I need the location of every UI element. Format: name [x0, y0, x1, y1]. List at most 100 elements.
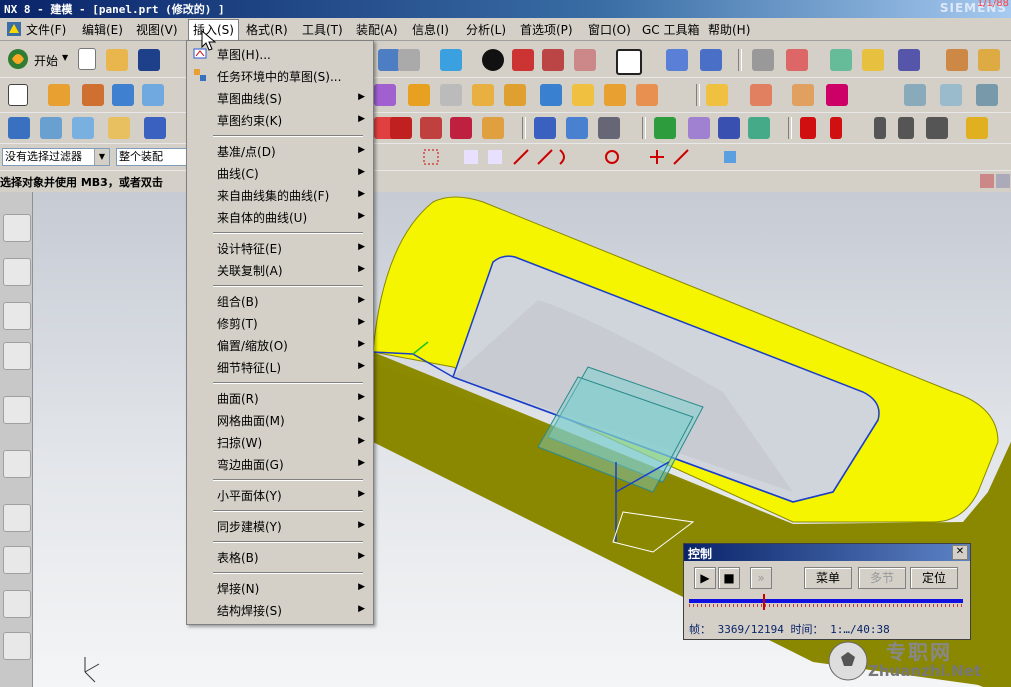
menu-item-sweep[interactable]: 扫掠(W) ▶	[187, 431, 373, 453]
sketch-plane-icon[interactable]	[8, 84, 28, 106]
stack-icon[interactable]	[72, 117, 94, 139]
menu-format[interactable]: 格式(R)	[246, 21, 288, 38]
prev-frame-icon[interactable]	[830, 117, 842, 139]
intersect-icon[interactable]	[792, 84, 814, 106]
unite-icon[interactable]	[706, 84, 728, 106]
close-icon[interactable]: ✕	[952, 545, 968, 560]
wcs-icon[interactable]	[786, 49, 808, 71]
menu-item-weld[interactable]: 焊接(N) ▶	[187, 577, 373, 599]
restore-icon[interactable]	[980, 174, 994, 188]
start-icon[interactable]	[6, 47, 30, 71]
trim-icon[interactable]	[826, 84, 848, 106]
tag-icon[interactable]	[108, 117, 130, 139]
menu-item-flange-surface[interactable]: 弯边曲面(G) ▶	[187, 453, 373, 475]
first-frame-icon[interactable]	[800, 117, 816, 139]
play-button[interactable]: ▶	[694, 567, 716, 589]
menu-item-sketch-task[interactable]: 任务环境中的草图(S)...	[187, 65, 373, 87]
menu-button[interactable]: 菜单	[804, 567, 852, 589]
subtract-icon[interactable]	[750, 84, 772, 106]
layer-stack-icon[interactable]	[40, 117, 62, 139]
multi-section-button[interactable]: 多节	[858, 567, 906, 589]
chevron-down-icon[interactable]: ▼	[62, 53, 68, 62]
move-icon[interactable]	[666, 49, 688, 71]
angle-icon[interactable]	[978, 49, 1000, 71]
ruler-icon[interactable]	[946, 49, 968, 71]
menu-item-detail-feature[interactable]: 细节特征(L) ▶	[187, 356, 373, 378]
menu-item-datum-point[interactable]: 基准/点(D) ▶	[187, 140, 373, 162]
feature-icon[interactable]	[48, 84, 70, 106]
draft-icon[interactable]	[636, 84, 658, 106]
start-button[interactable]: 开始	[34, 52, 58, 69]
menu-analysis[interactable]: 分析(L)	[466, 21, 506, 38]
constraint-navigator-icon[interactable]	[3, 258, 31, 286]
menu-item-sketch-constraint[interactable]: 草图约束(K) ▶	[187, 109, 373, 131]
menu-item-facet-body[interactable]: 小平面体(Y) ▶	[187, 484, 373, 506]
menu-tools[interactable]: 工具(T)	[302, 21, 343, 38]
sweep-icon[interactable]	[398, 49, 420, 71]
brush-icon[interactable]	[862, 49, 884, 71]
reuse-library-icon[interactable]	[3, 342, 31, 370]
menu-info[interactable]: 信息(I)	[412, 21, 449, 38]
menu-item-design-feature[interactable]: 设计特征(E) ▶	[187, 237, 373, 259]
extrude-icon[interactable]	[378, 49, 400, 71]
rotate-icon[interactable]	[700, 49, 722, 71]
grid-icon[interactable]	[718, 117, 740, 139]
clock-icon[interactable]	[3, 504, 31, 532]
menu-item-combine[interactable]: 组合(B) ▶	[187, 290, 373, 312]
cube-icon[interactable]	[542, 49, 564, 71]
boss-icon[interactable]	[142, 84, 164, 106]
groove-icon[interactable]	[440, 84, 462, 106]
part-navigator-icon[interactable]	[3, 302, 31, 330]
menu-item-table[interactable]: 表格(B) ▶	[187, 546, 373, 568]
menu-item-surface[interactable]: 曲面(R) ▶	[187, 387, 373, 409]
assembly-navigator-icon[interactable]	[3, 214, 31, 242]
timeline-track[interactable]	[689, 599, 963, 603]
emboss-icon[interactable]	[504, 84, 526, 106]
selection-filter-combo[interactable]: 没有选择过滤器 ▼	[2, 148, 110, 166]
menu-item-curve-from-bodies[interactable]: 来自体的曲线(U) ▶	[187, 206, 373, 228]
cylinder-icon[interactable]	[512, 49, 534, 71]
pen-icon[interactable]	[830, 49, 852, 71]
timeline-thumb[interactable]	[762, 594, 765, 610]
menu-item-synchronous-modeling[interactable]: 同步建模(Y) ▶	[187, 515, 373, 537]
rib-icon[interactable]	[408, 84, 430, 106]
open-folder-icon[interactable]	[106, 49, 128, 71]
menu-item-mesh-surface[interactable]: 网格曲面(M) ▶	[187, 409, 373, 431]
oh-icon[interactable]	[450, 117, 472, 139]
resize-icon[interactable]	[996, 174, 1010, 188]
layer-icon[interactable]	[752, 49, 774, 71]
menu-gc-toolbox[interactable]: GC 工具箱	[642, 21, 700, 38]
save-icon[interactable]	[138, 49, 160, 71]
process-studio-icon[interactable]	[3, 546, 31, 574]
render-mode-icon[interactable]	[482, 49, 504, 71]
studio-icon[interactable]	[976, 84, 998, 106]
menu-item-associative-copy[interactable]: 关联复制(A) ▶	[187, 259, 373, 281]
fast-forward-button[interactable]: »	[750, 567, 772, 589]
menu-item-trim[interactable]: 修剪(T) ▶	[187, 312, 373, 334]
hole-icon[interactable]	[374, 84, 396, 106]
gear-icon[interactable]	[598, 117, 620, 139]
snap-toolbar[interactable]	[372, 148, 752, 168]
menu-preferences[interactable]: 首选项(P)	[520, 21, 573, 38]
chevron-down-icon[interactable]: ▼	[94, 149, 109, 165]
menu-item-offset-scale[interactable]: 偏置/缩放(O) ▶	[187, 334, 373, 356]
palette-icon[interactable]	[3, 590, 31, 618]
spring-icon[interactable]	[534, 117, 556, 139]
menu-window[interactable]: 窗口(O)	[588, 21, 631, 38]
new-file-icon[interactable]	[78, 48, 96, 70]
tool-icon[interactable]	[144, 117, 166, 139]
stop-button[interactable]: ■	[718, 567, 740, 589]
last-frame-icon[interactable]	[898, 117, 914, 139]
slot-icon[interactable]	[472, 84, 494, 106]
gh-icon[interactable]	[420, 117, 442, 139]
position-button[interactable]: 定位	[910, 567, 958, 589]
pad-icon[interactable]	[82, 84, 104, 106]
menu-item-sketch-curve[interactable]: 草图曲线(S) ▶	[187, 87, 373, 109]
measure-icon[interactable]	[898, 49, 920, 71]
scope-combo[interactable]: 整个装配	[116, 148, 188, 166]
coil-icon[interactable]	[566, 117, 588, 139]
menu-view[interactable]: 视图(V)	[136, 21, 178, 38]
fit-icon[interactable]	[8, 117, 30, 139]
mesh-icon[interactable]	[940, 84, 962, 106]
menu-item-curve-from-curves[interactable]: 来自曲线集的曲线(F) ▶	[187, 184, 373, 206]
